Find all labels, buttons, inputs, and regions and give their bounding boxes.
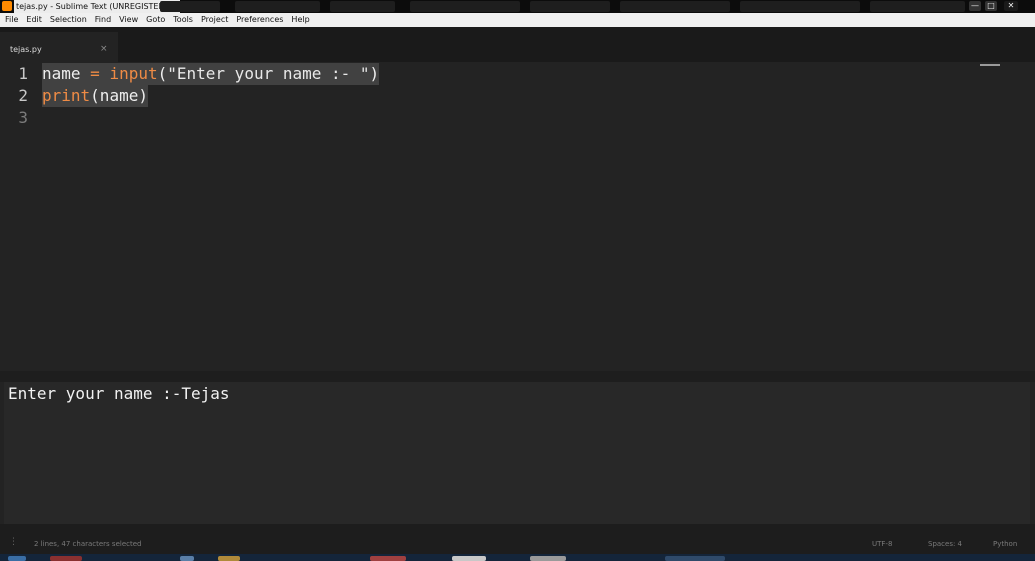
menu-file[interactable]: File bbox=[5, 13, 18, 27]
menu-tools[interactable]: Tools bbox=[173, 13, 193, 27]
operator: = bbox=[80, 64, 110, 83]
sublime-app-icon bbox=[2, 1, 12, 11]
taskbar-app-icon[interactable] bbox=[370, 556, 406, 561]
start-button-icon[interactable] bbox=[8, 556, 26, 561]
menu-view[interactable]: View bbox=[119, 13, 138, 27]
identifier: name bbox=[42, 64, 81, 83]
tab-close-icon[interactable]: × bbox=[100, 44, 108, 54]
window-title: tejas.py - Sublime Text (UNREGISTERED) bbox=[14, 0, 181, 13]
panel-switcher-icon[interactable]: ⋮ bbox=[9, 537, 18, 547]
minimize-button[interactable]: — bbox=[969, 1, 981, 11]
code-text: name = input("Enter your name :- ") bbox=[42, 63, 380, 85]
output-text: Enter your name :-Tejas bbox=[8, 384, 230, 403]
background-taskbar-item bbox=[870, 1, 965, 12]
code-line: 1 name = input("Enter your name :- ") bbox=[0, 63, 1035, 85]
background-taskbar-item bbox=[530, 1, 610, 12]
taskbar-app-icon[interactable] bbox=[50, 556, 82, 561]
encoding-status[interactable]: UTF-8 bbox=[872, 540, 892, 548]
call-args: (name) bbox=[90, 86, 148, 105]
background-taskbar-item bbox=[740, 1, 860, 12]
line-number: 1 bbox=[18, 64, 28, 83]
menu-bar: File Edit Selection Find View Goto Tools… bbox=[0, 13, 1035, 27]
menu-selection[interactable]: Selection bbox=[50, 13, 87, 27]
code-line: 2 print(name) bbox=[0, 85, 1035, 107]
taskbar-app-icon[interactable] bbox=[665, 556, 725, 561]
status-bar: ⋮ 2 lines, 47 characters selected UTF-8 … bbox=[0, 524, 1035, 554]
line-number: 2 bbox=[18, 86, 28, 105]
code-editor[interactable]: 1 name = input("Enter your name :- ") 2 … bbox=[0, 62, 1035, 371]
background-taskbar-item bbox=[160, 1, 220, 12]
indentation-status[interactable]: Spaces: 4 bbox=[928, 540, 962, 548]
taskbar-app-icon[interactable] bbox=[452, 556, 486, 561]
menu-project[interactable]: Project bbox=[201, 13, 228, 27]
taskbar-app-icon[interactable] bbox=[180, 556, 194, 561]
background-taskbar-item bbox=[410, 1, 520, 12]
paren: ( bbox=[157, 64, 168, 83]
code-line: 3 bbox=[0, 107, 1035, 129]
builtin-function: print bbox=[42, 86, 91, 105]
build-output-panel[interactable]: Enter your name :-Tejas bbox=[4, 382, 1030, 524]
background-taskbar-item bbox=[620, 1, 730, 12]
taskbar-app-icon[interactable] bbox=[530, 556, 566, 561]
paren: ) bbox=[369, 64, 380, 83]
string-literal: "Enter your name :- " bbox=[167, 64, 370, 83]
menu-find[interactable]: Find bbox=[95, 13, 111, 27]
menu-edit[interactable]: Edit bbox=[26, 13, 42, 27]
tab-tejas-py[interactable]: tejas.py × bbox=[0, 32, 118, 62]
menu-preferences[interactable]: Preferences bbox=[236, 13, 283, 27]
taskbar-app-icon[interactable] bbox=[218, 556, 240, 561]
line-number: 3 bbox=[18, 108, 28, 127]
maximize-button[interactable]: □ bbox=[985, 1, 997, 11]
title-bar: tejas.py - Sublime Text (UNREGISTERED) —… bbox=[0, 0, 1035, 13]
builtin-function: input bbox=[109, 64, 158, 83]
syntax-status[interactable]: Python bbox=[993, 540, 1017, 548]
tab-bar: tejas.py × bbox=[0, 27, 1035, 62]
menu-help[interactable]: Help bbox=[291, 13, 309, 27]
selection-status: 2 lines, 47 characters selected bbox=[34, 540, 142, 548]
background-taskbar-item bbox=[235, 1, 320, 12]
code-text: print(name) bbox=[42, 85, 148, 107]
windows-taskbar bbox=[0, 554, 1035, 561]
tab-label: tejas.py bbox=[10, 45, 42, 54]
panel-divider[interactable] bbox=[0, 371, 1035, 382]
close-window-button[interactable]: ✕ bbox=[1004, 1, 1018, 11]
background-taskbar-item bbox=[330, 1, 395, 12]
menu-goto[interactable]: Goto bbox=[146, 13, 165, 27]
